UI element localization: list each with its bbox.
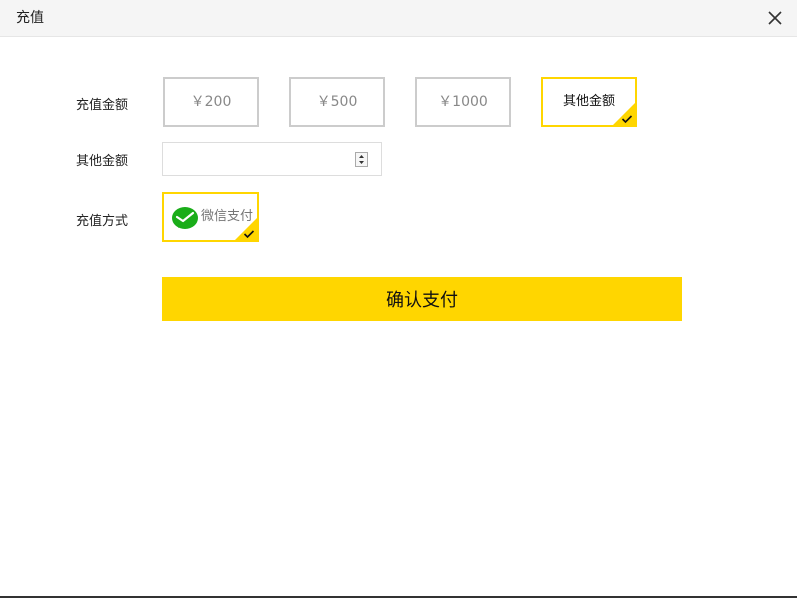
- confirm-pay-button[interactable]: 确认支付: [162, 277, 682, 321]
- amount-option-label: 其他金额: [562, 94, 615, 109]
- amount-option-label: ￥200: [190, 94, 232, 110]
- amount-spinner: [355, 152, 368, 167]
- title-bar: 充值: [0, 0, 797, 37]
- wechat-pay-icon: [172, 207, 198, 229]
- amount-label: 充值金额: [76, 98, 129, 113]
- method-label: 充值方式: [76, 214, 129, 229]
- amount-option-label: ￥1000: [438, 94, 488, 110]
- checkmark-icon: [243, 230, 255, 239]
- other-amount-field: [162, 142, 382, 176]
- amount-option-other[interactable]: 其他金额: [541, 77, 637, 127]
- amount-option-500[interactable]: ￥500: [289, 77, 385, 127]
- wechat-pay-option[interactable]: 微信支付: [162, 192, 259, 242]
- amount-option-label: ￥500: [316, 94, 358, 110]
- window-title: 充值: [16, 10, 44, 26]
- checkmark-icon: [621, 115, 633, 124]
- amount-option-200[interactable]: ￥200: [163, 77, 259, 127]
- amount-option-1000[interactable]: ￥1000: [415, 77, 511, 127]
- other-amount-label: 其他金额: [76, 154, 129, 169]
- close-button[interactable]: [765, 8, 785, 28]
- recharge-dialog: 充值 充值金额 ￥200 ￥500 ￥1000 其他金额 其他金额 充值方式 微…: [0, 0, 797, 598]
- spin-up-icon[interactable]: [356, 153, 367, 159]
- close-icon: [768, 11, 782, 25]
- spin-down-icon[interactable]: [356, 160, 367, 166]
- other-amount-input[interactable]: [169, 144, 353, 176]
